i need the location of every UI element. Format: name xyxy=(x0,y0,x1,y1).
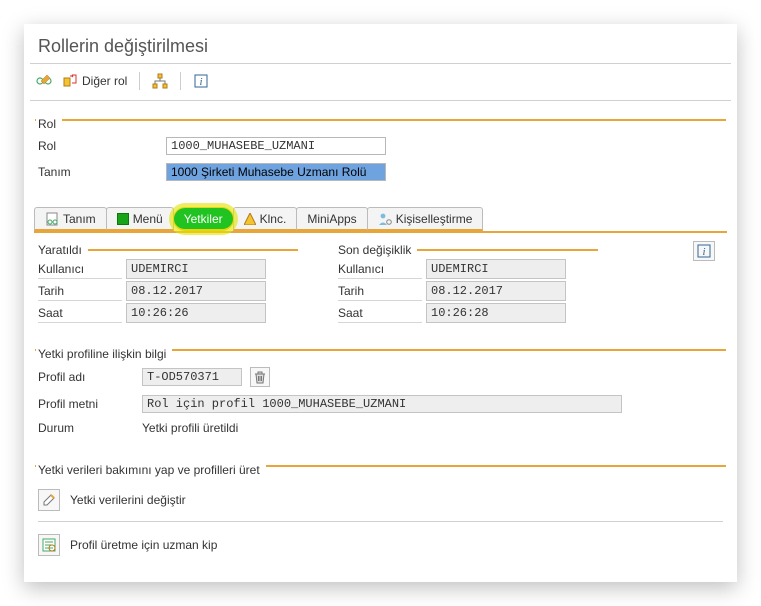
status-green-icon xyxy=(117,213,129,225)
tab-label: Klnc. xyxy=(260,212,287,226)
glasses-pencil-icon xyxy=(36,73,52,89)
toolbar: Diğer rol i xyxy=(24,68,737,100)
tab-miniapps[interactable]: MiniApps xyxy=(296,207,367,231)
expert-mode-row: Profil üretme için uzman kip xyxy=(38,530,723,560)
inheritance-icon xyxy=(152,73,168,89)
toolbar-separator xyxy=(180,72,181,90)
created-date-label: Tarih xyxy=(38,281,122,301)
changed-group: Son değişiklik KullanıcıUDEMIRCI Tarih08… xyxy=(338,241,598,323)
created-user-label: Kullanıcı xyxy=(38,259,122,279)
tab-label: Kişiselleştirme xyxy=(396,212,473,226)
delete-profile-button[interactable] xyxy=(250,367,270,387)
profile-group-title: Yetki profiline ilişkin bilgi xyxy=(36,347,172,361)
expert-mode-label: Profil üretme için uzman kip xyxy=(70,538,217,552)
created-date-value: 08.12.2017 xyxy=(126,281,266,301)
tab-tanim[interactable]: Tanım xyxy=(34,207,107,231)
role-desc-label: Tanım xyxy=(38,165,158,179)
toolbar-separator xyxy=(139,72,140,90)
tab-personalization[interactable]: Kişiselleştirme xyxy=(367,207,484,231)
profile-name-label: Profil adı xyxy=(38,370,134,384)
profile-text-value: Rol için profil 1000_MUHASEBE_UZMANI xyxy=(142,395,622,413)
changed-date-label: Tarih xyxy=(338,281,422,301)
status-yellow-icon xyxy=(244,213,256,225)
profile-status-label: Durum xyxy=(38,421,134,435)
divider xyxy=(30,63,731,64)
page-title: Rollerin değiştirilmesi xyxy=(24,24,737,63)
role-header-group: Rol Rol 1000_MUHASEBE_UZMANI Tanım 1000 … xyxy=(30,111,731,193)
profile-info-group: Yetki profiline ilişkin bilgi Profil adı… xyxy=(30,341,731,447)
profile-name-value: T-OD570371 xyxy=(142,368,242,386)
svg-text:i: i xyxy=(702,246,705,258)
changed-user-value: UDEMIRCI xyxy=(426,259,566,279)
role-swap-icon xyxy=(62,73,78,89)
change-auth-row: Yetki verilerini değiştir xyxy=(38,485,723,515)
tab-label: Menü xyxy=(133,212,163,226)
role-name-field[interactable]: 1000_MUHASEBE_UZMANI xyxy=(166,137,386,155)
tab-label: MiniApps xyxy=(307,212,356,226)
created-group: Yaratıldı KullanıcıUDEMIRCI Tarih08.12.2… xyxy=(38,241,298,323)
maintenance-group: Yetki verileri bakımını yap ve profiller… xyxy=(30,457,731,570)
tab-klnc[interactable]: Klnc. xyxy=(233,207,298,231)
info-button[interactable]: i xyxy=(693,241,715,261)
changed-date-value: 08.12.2017 xyxy=(426,281,566,301)
tab-yetkiler[interactable]: Yetkiler xyxy=(173,207,234,231)
svg-text:i: i xyxy=(200,76,203,88)
expert-mode-icon xyxy=(41,537,57,553)
changed-title: Son değişiklik xyxy=(338,243,417,257)
tab-menu[interactable]: Menü xyxy=(106,207,174,231)
role-desc-field[interactable]: 1000 Şirketi Muhasebe Uzmanı Rolü xyxy=(166,163,386,181)
change-auth-label: Yetki verilerini değiştir xyxy=(70,493,186,507)
profile-status-value: Yetki profili üretildi xyxy=(142,421,238,435)
info-icon: i xyxy=(193,73,209,89)
tab-label: Yetkiler xyxy=(184,212,223,226)
tab-label: Tanım xyxy=(63,212,96,226)
role-name-row: Rol 1000_MUHASEBE_UZMANI xyxy=(38,135,723,157)
sap-window: Rollerin değiştirilmesi Diğer rol i xyxy=(24,24,737,582)
other-role-label: Diğer rol xyxy=(82,74,127,88)
trash-icon xyxy=(252,369,268,385)
role-desc-row: Tanım 1000 Şirketi Muhasebe Uzmanı Rolü xyxy=(38,161,723,183)
role-group-title: Rol xyxy=(36,117,62,131)
other-role-button[interactable]: Diğer rol xyxy=(60,70,129,92)
divider xyxy=(38,521,723,522)
created-time-value: 10:26:26 xyxy=(126,303,266,323)
info-icon: i xyxy=(696,243,712,259)
info-button[interactable]: i xyxy=(191,73,211,89)
person-gear-icon xyxy=(378,212,392,226)
change-auth-button[interactable] xyxy=(38,489,60,511)
expert-mode-button[interactable] xyxy=(38,534,60,556)
divider xyxy=(30,100,731,101)
created-title: Yaratıldı xyxy=(38,243,88,257)
tabstrip: Tanım Menü Yetkiler Klnc. MiniApps xyxy=(34,207,727,231)
inheritance-button[interactable] xyxy=(150,70,170,92)
created-time-label: Saat xyxy=(38,303,122,323)
pencil-icon xyxy=(41,492,57,508)
doc-glasses-icon xyxy=(45,212,59,226)
display-change-button[interactable] xyxy=(34,70,54,92)
created-user-value: UDEMIRCI xyxy=(126,259,266,279)
maintenance-group-title: Yetki verileri bakımını yap ve profiller… xyxy=(36,463,266,477)
role-name-label: Rol xyxy=(38,139,158,153)
changed-time-label: Saat xyxy=(338,303,422,323)
changed-time-value: 10:26:28 xyxy=(426,303,566,323)
changed-user-label: Kullanıcı xyxy=(338,259,422,279)
profile-text-label: Profil metni xyxy=(38,397,134,411)
